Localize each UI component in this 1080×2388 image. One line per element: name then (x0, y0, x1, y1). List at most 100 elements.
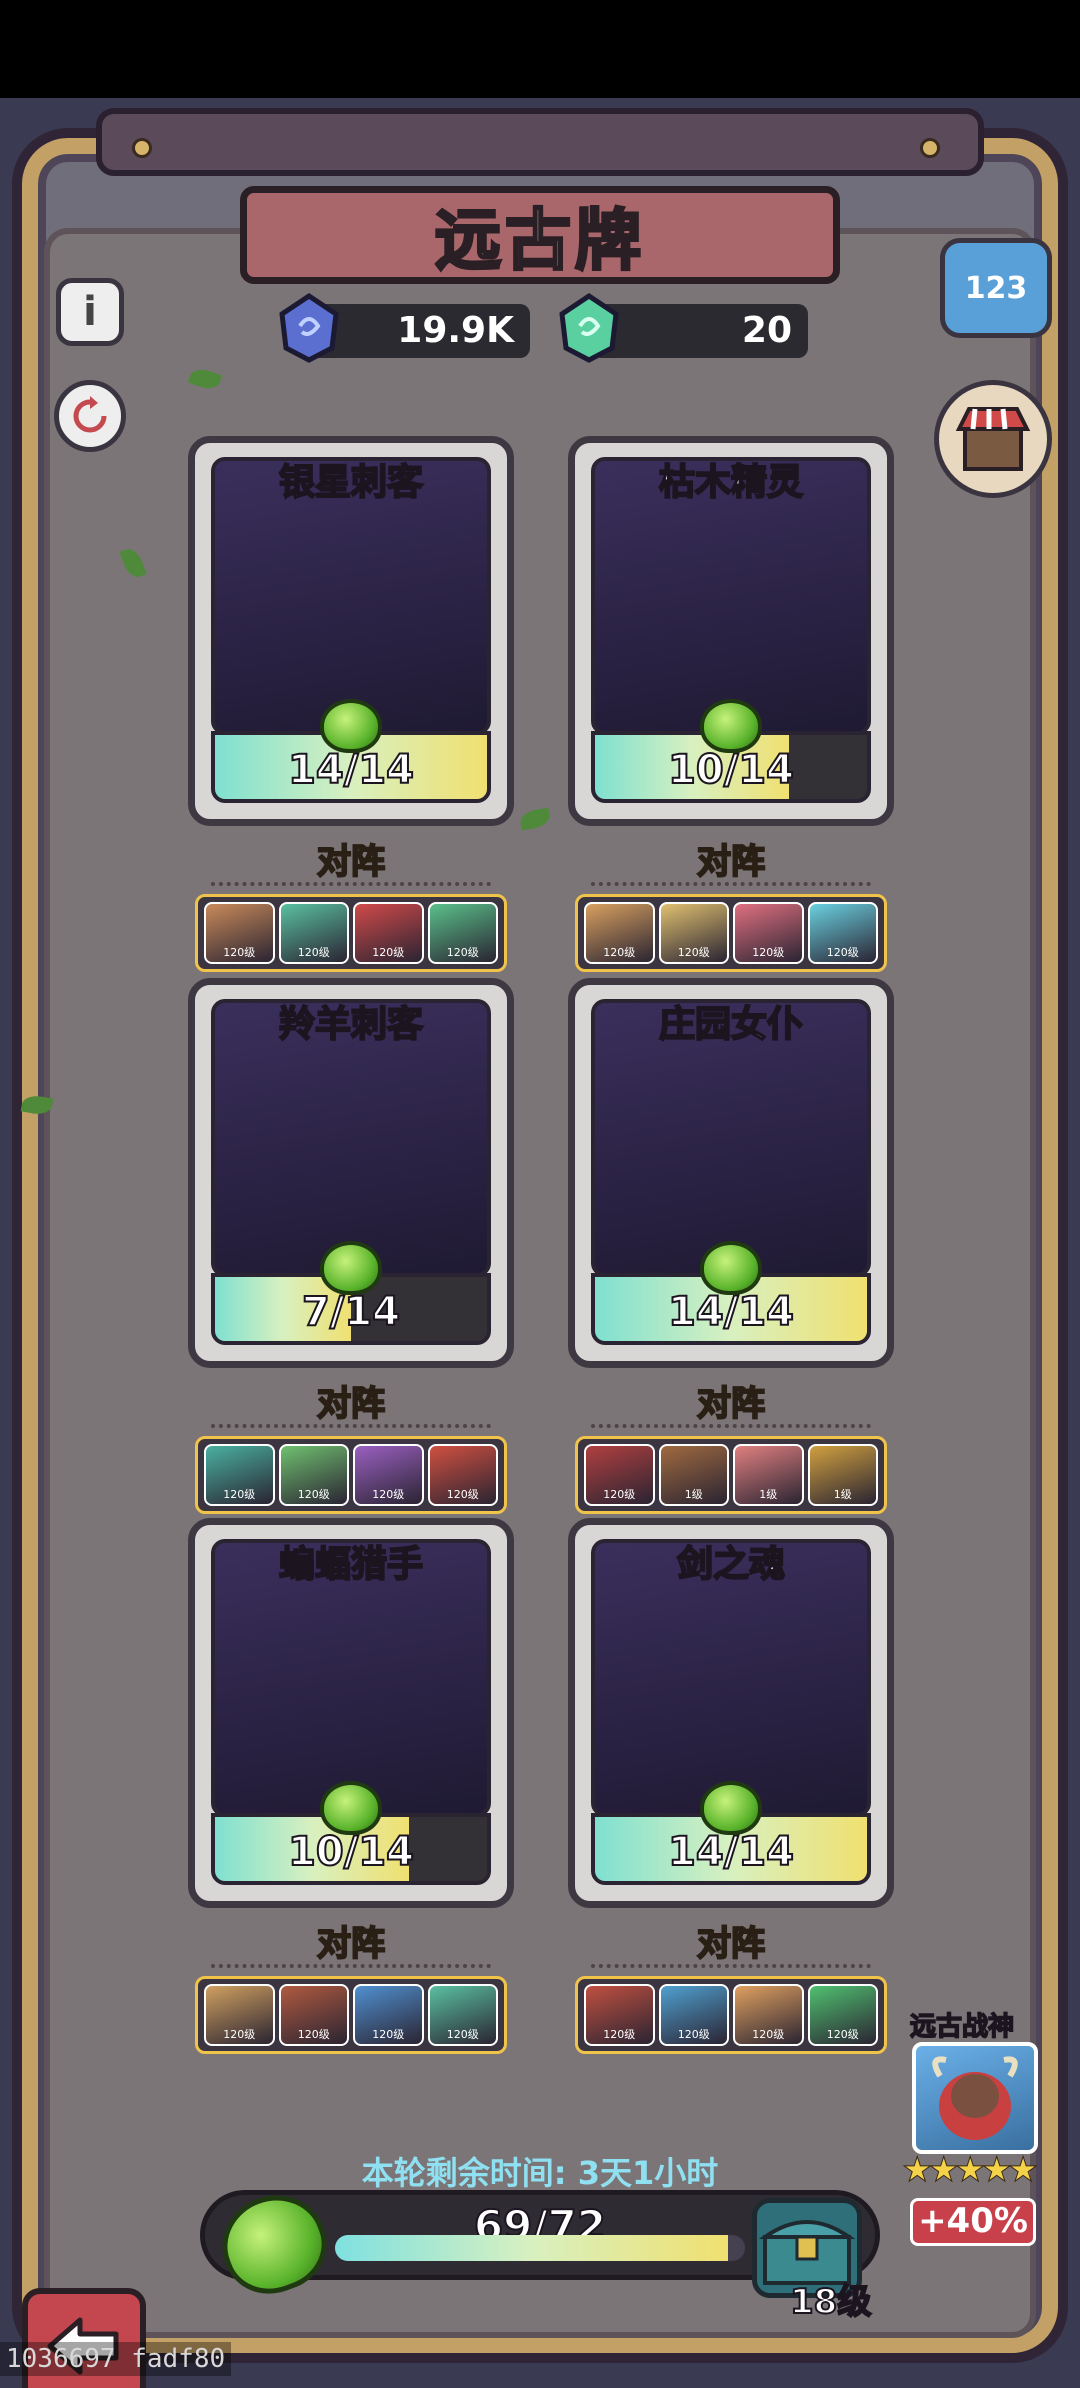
hero-card-progress-text: 7/14 (301, 1288, 401, 1336)
opponent-hero[interactable]: 120级 (427, 1984, 498, 2046)
refresh-button[interactable] (54, 380, 126, 452)
vs-label: 对阵 (316, 841, 386, 883)
rivet (132, 138, 152, 158)
boss-label: 远古战神 (909, 2011, 1015, 2043)
vs-label: 对阵 (696, 841, 766, 883)
opponent-level: 120级 (372, 1488, 405, 1501)
hero-card[interactable]: 羚羊刺客 7/14 (188, 978, 514, 1368)
opponent-team: 120级 120级 120级 120级 (195, 1976, 507, 2054)
currency-blue: 19.9K (310, 304, 530, 358)
divider (591, 882, 871, 886)
opponent-hero[interactable]: 120级 (584, 902, 655, 964)
shop-stall-icon (955, 407, 1031, 471)
hero-card-progress-text: 14/14 (667, 1828, 795, 1876)
opponent-level: 120级 (223, 946, 256, 959)
opponent-hero[interactable]: 120级 (584, 1444, 655, 1506)
overall-progress-track (335, 2235, 745, 2261)
opponent-level: 1级 (684, 1488, 703, 1501)
opponent-hero[interactable]: 120级 (658, 902, 729, 964)
opponent-team: 120级 120级 120级 120级 (195, 1436, 507, 1514)
ranking-button[interactable]: 123 (940, 238, 1052, 338)
hero-card-name: 羚羊刺客 (278, 1003, 424, 1046)
opponent-hero[interactable]: 120级 (807, 1984, 878, 2046)
hero-card-progress-text: 10/14 (287, 1828, 415, 1876)
hero-card[interactable]: 庄园女仆 14/14 (568, 978, 894, 1368)
hero-card[interactable]: 枯木精灵 10/14 (568, 436, 894, 826)
vs-label: 对阵 (696, 1923, 766, 1965)
currency-green: 20 (592, 304, 808, 358)
opponent-level: 120级 (223, 1488, 256, 1501)
title-plate: 远古牌 (240, 186, 840, 284)
opponent-level: 120级 (752, 946, 785, 959)
boss-bonus: +40% (910, 2198, 1036, 2246)
hero-card-progress-text: 14/14 (667, 1288, 795, 1336)
opponent-hero[interactable]: 120级 (204, 1444, 275, 1506)
podium-icon: 123 (964, 270, 1028, 306)
opponent-hero[interactable]: 120级 (733, 1984, 804, 2046)
vs-label: 对阵 (316, 1383, 386, 1425)
divider (591, 1424, 871, 1428)
shop-button[interactable] (934, 380, 1052, 498)
opponent-level: 120级 (372, 946, 405, 959)
opponent-level: 120级 (297, 2028, 330, 2041)
opponent-hero[interactable]: 120级 (353, 902, 424, 964)
opponent-hero[interactable]: 120级 (278, 902, 349, 964)
opponent-hero[interactable]: 120级 (204, 1984, 275, 2046)
opponent-team: 120级 120级 120级 120级 (575, 1976, 887, 2054)
boss-avatar (932, 2056, 1018, 2140)
opponent-hero[interactable]: 120级 (584, 1984, 655, 2046)
opponent-hero[interactable]: 1级 (807, 1444, 878, 1506)
page-title: 远古牌 (434, 201, 645, 281)
green-crystal-icon (559, 292, 619, 363)
blue-crystal-icon (279, 292, 339, 363)
status-bar (0, 0, 1080, 98)
seed-icon (320, 699, 382, 753)
opponent-hero[interactable]: 120级 (807, 902, 878, 964)
divider (591, 1964, 871, 1968)
opponent-level: 120级 (372, 2028, 405, 2041)
opponent-level: 120级 (826, 946, 859, 959)
hero-card-name: 枯木精灵 (658, 461, 804, 504)
opponent-level: 120级 (446, 2028, 479, 2041)
opponent-level: 120级 (677, 2028, 710, 2041)
opponent-hero[interactable]: 120级 (733, 902, 804, 964)
opponent-level: 120级 (826, 2028, 859, 2041)
hero-card[interactable]: 银星刺客 14/14 (188, 436, 514, 826)
refresh-icon (73, 396, 107, 433)
opponent-hero[interactable]: 120级 (278, 1444, 349, 1506)
opponent-team: 120级 120级 120级 120级 (195, 894, 507, 972)
info-button[interactable]: i (56, 278, 124, 346)
opponent-hero[interactable]: 120级 (353, 1444, 424, 1506)
opponent-hero[interactable]: 120级 (204, 902, 275, 964)
top-rail (96, 108, 984, 176)
opponent-hero[interactable]: 120级 (278, 1984, 349, 2046)
opponent-hero[interactable]: 120级 (427, 1444, 498, 1506)
opponent-hero[interactable]: 120级 (427, 902, 498, 964)
opponent-team: 120级 120级 120级 120级 (575, 894, 887, 972)
overall-progress-fill (335, 2235, 728, 2261)
opponent-hero[interactable]: 120级 (353, 1984, 424, 2046)
opponent-team: 120级 1级 1级 1级 (575, 1436, 887, 1514)
hero-card[interactable]: 剑之魂 14/14 (568, 1518, 894, 1908)
opponent-hero[interactable]: 1级 (658, 1444, 729, 1506)
vs-label: 对阵 (696, 1383, 766, 1425)
debug-info: 1036697 fadf80 (0, 2342, 232, 2376)
opponent-level: 1级 (759, 1488, 778, 1501)
hero-card[interactable]: 蝙蝠猎手 10/14 (188, 1518, 514, 1908)
boss-portrait-button[interactable] (912, 2042, 1038, 2154)
opponent-level: 120级 (223, 2028, 256, 2041)
seed-icon (320, 1241, 382, 1295)
hero-card-progress-text: 10/14 (667, 746, 795, 794)
opponent-level: 120级 (446, 1488, 479, 1501)
rivet (920, 138, 940, 158)
opponent-hero[interactable]: 120级 (658, 1984, 729, 2046)
divider (211, 1964, 491, 1968)
opponent-hero[interactable]: 1级 (733, 1444, 804, 1506)
hero-card-name: 剑之魂 (676, 1543, 786, 1586)
divider (211, 882, 491, 886)
hero-card-name: 庄园女仆 (658, 1003, 804, 1046)
opponent-level: 1级 (833, 1488, 852, 1501)
hero-card-name: 蝙蝠猎手 (278, 1543, 424, 1586)
boss-stars: ★★★★★ (901, 2150, 1038, 2191)
divider (211, 1424, 491, 1428)
